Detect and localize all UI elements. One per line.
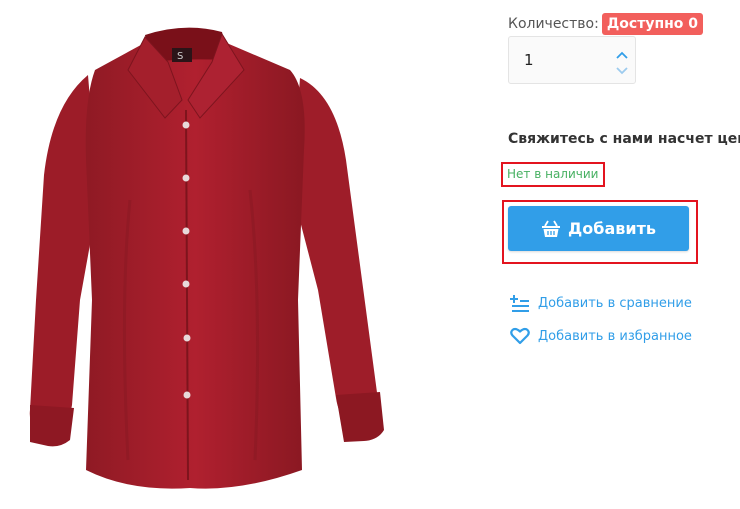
price-contact-text: Свяжитесь с нами насчет цены bbox=[508, 131, 740, 147]
basket-icon bbox=[541, 219, 561, 239]
chevron-up-icon[interactable] bbox=[615, 46, 629, 59]
chevron-down-icon[interactable] bbox=[615, 62, 629, 75]
add-to-favorites-link[interactable]: Добавить в избранное bbox=[510, 327, 692, 345]
add-to-cart-button[interactable]: Добавить bbox=[508, 206, 689, 251]
shirt-illustration: S bbox=[29, 27, 384, 489]
compare-list-icon bbox=[510, 294, 530, 312]
stock-badge: Доступно 0 bbox=[601, 13, 704, 35]
quantity-row: Количество: Доступно 0 bbox=[508, 12, 704, 36]
quantity-label: Количество: bbox=[508, 16, 599, 32]
favorite-link-label: Добавить в избранное bbox=[538, 328, 692, 344]
product-image: S bbox=[0, 0, 440, 509]
add-button-label: Добавить bbox=[568, 219, 656, 238]
quantity-stepper[interactable]: 1 bbox=[508, 36, 636, 84]
add-to-compare-link[interactable]: Добавить в сравнение bbox=[510, 294, 692, 312]
heart-icon bbox=[510, 327, 530, 345]
compare-link-label: Добавить в сравнение bbox=[538, 295, 692, 311]
availability-status: Нет в наличии bbox=[507, 167, 599, 181]
collar-label: S bbox=[177, 51, 183, 62]
quantity-input[interactable]: 1 bbox=[524, 51, 534, 69]
